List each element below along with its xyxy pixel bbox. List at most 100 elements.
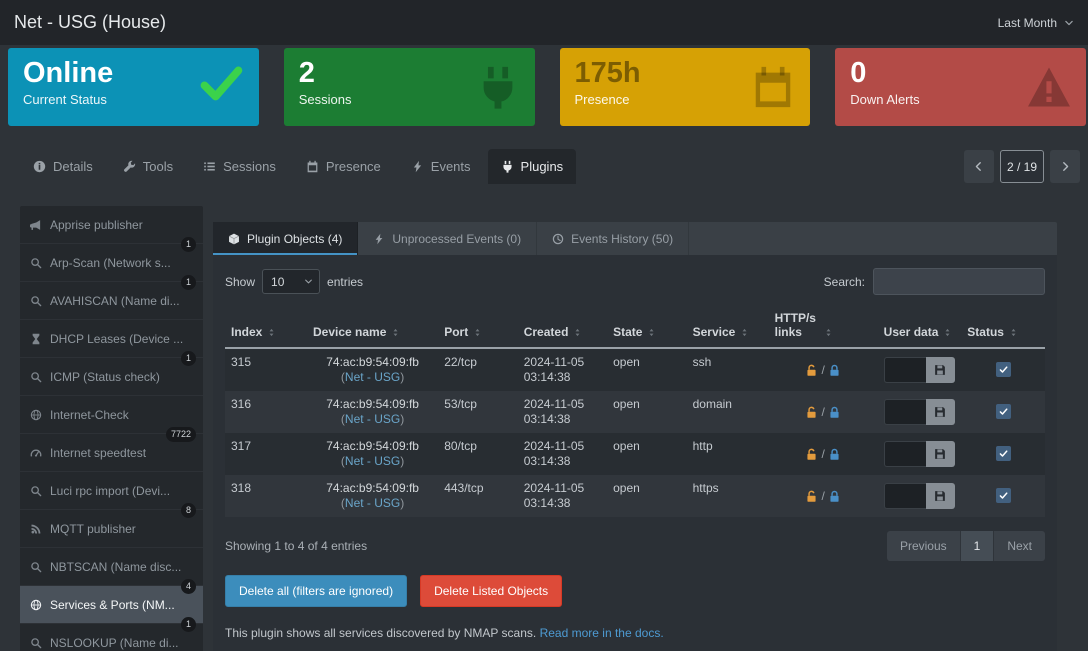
column-header-index[interactable]: Index xyxy=(225,305,307,348)
time-range-select[interactable]: Last Month xyxy=(998,16,1074,30)
sidebar-item-nslookup[interactable]: NSLOOKUP (Name di... 1 xyxy=(20,624,203,651)
tab-label: Plugins xyxy=(521,159,564,174)
tab-events-history[interactable]: Events History (50) xyxy=(537,222,689,255)
cell-index: 315 xyxy=(225,348,307,391)
sidebar-item-luci-rpc-import[interactable]: Luci rpc import (Devi... xyxy=(20,472,203,510)
hourglass-icon xyxy=(30,333,42,345)
https-link-icon[interactable] xyxy=(828,448,841,461)
page-title: Net - USG (House) xyxy=(14,12,166,33)
chevron-down-icon xyxy=(304,277,313,286)
sidebar-item-icmp[interactable]: ICMP (Status check) 1 xyxy=(20,358,203,396)
delete-listed-button[interactable]: Delete Listed Objects xyxy=(420,575,562,607)
status-checkbox[interactable] xyxy=(996,446,1011,461)
save-user-data-button[interactable] xyxy=(926,399,956,425)
sidebar-item-internet-speedtest[interactable]: Internet speedtest 7722 xyxy=(20,434,203,472)
column-header-http-links[interactable]: HTTP/s links xyxy=(769,305,878,348)
down-alerts-card: 0 Down Alerts xyxy=(835,48,1086,126)
cell-user-data xyxy=(878,391,962,433)
save-user-data-button[interactable] xyxy=(926,441,956,467)
clock-icon xyxy=(552,233,564,245)
http-link-icon[interactable] xyxy=(805,364,818,377)
table-footer: Showing 1 to 4 of 4 entries Previous 1 N… xyxy=(213,517,1057,565)
save-user-data-button[interactable] xyxy=(926,357,956,383)
page-size-select[interactable]: 10 xyxy=(262,269,320,294)
previous-page-button[interactable]: Previous xyxy=(887,531,961,561)
tab-sessions[interactable]: Sessions xyxy=(190,149,289,184)
column-header-service[interactable]: Service xyxy=(687,305,769,348)
device-mac: 74:ac:b9:54:09:fb xyxy=(313,439,432,454)
sidebar-item-label: Luci rpc import (Devi... xyxy=(50,484,170,498)
column-header-created[interactable]: Created xyxy=(518,305,607,348)
sidebar-item-apprise-publisher[interactable]: Apprise publisher xyxy=(20,206,203,244)
page-size-control: Show 10 entries xyxy=(225,269,363,294)
user-data-input[interactable] xyxy=(884,357,926,383)
tab-unprocessed-events[interactable]: Unprocessed Events (0) xyxy=(358,222,537,255)
status-checkbox[interactable] xyxy=(996,488,1011,503)
sort-icon xyxy=(1009,327,1018,338)
column-header-user-data[interactable]: User data xyxy=(878,305,962,348)
device-link[interactable]: Net - USG xyxy=(345,496,400,510)
tab-label: Events History (50) xyxy=(571,232,673,246)
http-link-icon[interactable] xyxy=(805,490,818,503)
sidebar-item-dhcp-leases[interactable]: DHCP Leases (Device ... xyxy=(20,320,203,358)
cell-service: ssh xyxy=(687,348,769,391)
cell-service: https xyxy=(687,475,769,517)
sidebar-item-label: NBTSCAN (Name disc... xyxy=(50,560,181,574)
tab-details[interactable]: Details xyxy=(20,149,106,184)
tab-label: Plugin Objects (4) xyxy=(247,232,342,246)
page-header: Net - USG (House) Last Month xyxy=(0,0,1088,45)
device-link[interactable]: Net - USG xyxy=(345,370,400,384)
http-link-icon[interactable] xyxy=(805,448,818,461)
sort-icon xyxy=(573,327,582,338)
column-label: Created xyxy=(524,325,569,339)
next-device-button[interactable] xyxy=(1050,150,1080,183)
status-checkbox[interactable] xyxy=(996,362,1011,377)
column-header-state[interactable]: State xyxy=(607,305,687,348)
sidebar-item-nbtscan[interactable]: NBTSCAN (Name disc... xyxy=(20,548,203,586)
warning-icon xyxy=(1026,64,1072,110)
tab-plugins[interactable]: Plugins xyxy=(488,149,577,184)
column-label: State xyxy=(613,325,642,339)
device-mac: 74:ac:b9:54:09:fb xyxy=(313,355,432,370)
plugin-panel: Plugin Objects (4) Unprocessed Events (0… xyxy=(213,222,1057,651)
sidebar-item-arp-scan[interactable]: Arp-Scan (Network s... 1 xyxy=(20,244,203,282)
device-link[interactable]: Net - USG xyxy=(345,454,400,468)
page-1-button[interactable]: 1 xyxy=(961,531,995,561)
sort-icon xyxy=(391,327,400,338)
https-link-icon[interactable] xyxy=(828,406,841,419)
column-header-port[interactable]: Port xyxy=(438,305,518,348)
tab-plugin-objects[interactable]: Plugin Objects (4) xyxy=(213,222,358,255)
previous-device-button[interactable] xyxy=(964,150,994,183)
count-badge: 1 xyxy=(181,617,196,632)
plug-icon xyxy=(475,64,521,110)
user-data-input[interactable] xyxy=(884,441,926,467)
search-input[interactable] xyxy=(873,268,1045,295)
status-checkbox[interactable] xyxy=(996,404,1011,419)
sidebar-item-label: DHCP Leases (Device ... xyxy=(50,332,183,346)
https-link-icon[interactable] xyxy=(828,490,841,503)
user-data-input[interactable] xyxy=(884,399,926,425)
links-separator xyxy=(821,447,824,461)
tab-presence[interactable]: Presence xyxy=(293,149,394,184)
user-data-input[interactable] xyxy=(884,483,926,509)
plug-icon xyxy=(501,160,514,173)
save-user-data-button[interactable] xyxy=(926,483,956,509)
table-header-row: Index Device name Port Created State Ser… xyxy=(225,305,1045,348)
https-link-icon[interactable] xyxy=(828,364,841,377)
sidebar-item-mqtt-publisher[interactable]: MQTT publisher 8 xyxy=(20,510,203,548)
next-page-button[interactable]: Next xyxy=(994,531,1045,561)
column-header-status[interactable]: Status xyxy=(961,305,1045,348)
http-link-icon[interactable] xyxy=(805,406,818,419)
tab-events[interactable]: Events xyxy=(398,149,484,184)
column-header-device-name[interactable]: Device name xyxy=(307,305,438,348)
sidebar-item-avahiscan[interactable]: AVAHISCAN (Name di... 1 xyxy=(20,282,203,320)
device-parent: Net - USG xyxy=(313,454,432,469)
cell-user-data xyxy=(878,348,962,391)
device-link[interactable]: Net - USG xyxy=(345,412,400,426)
delete-all-button[interactable]: Delete all (filters are ignored) xyxy=(225,575,407,607)
docs-link[interactable]: Read more in the docs. xyxy=(540,626,664,640)
sidebar-item-label: NSLOOKUP (Name di... xyxy=(50,636,178,650)
tab-tools[interactable]: Tools xyxy=(110,149,186,184)
tab-label: Tools xyxy=(143,159,173,174)
sidebar-item-services-ports[interactable]: Services & Ports (NM... 4 xyxy=(20,586,203,624)
